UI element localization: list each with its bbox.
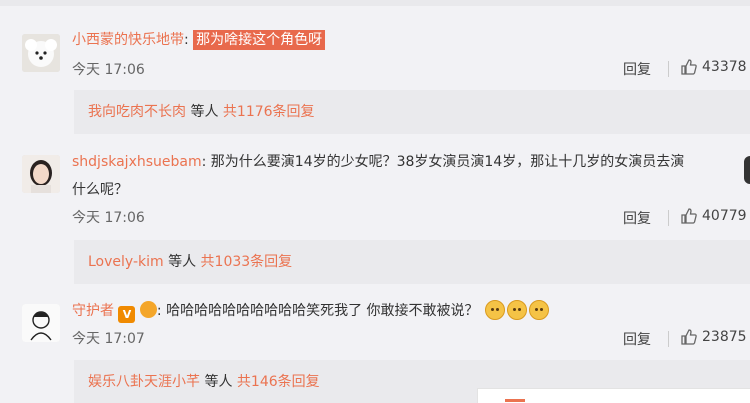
reply-button[interactable]: 回复	[623, 59, 651, 79]
like-button[interactable]: 40779	[680, 207, 747, 225]
side-floating-tab[interactable]	[744, 156, 750, 184]
sub-reply-user-link[interactable]: Lovely-kim	[88, 254, 164, 270]
avatar[interactable]	[22, 155, 60, 193]
comment-text: 小西蒙的快乐地带: 那为啥接这个角色呀	[72, 30, 326, 50]
view-replies-link[interactable]: 共1033条回复	[201, 254, 293, 270]
vip-badge-icon[interactable]: V	[118, 306, 136, 323]
thumbs-up-icon	[681, 59, 697, 75]
comment-time: 今天 17:06	[72, 210, 145, 226]
like-button[interactable]: 23875	[680, 328, 747, 346]
like-count: 40779	[702, 208, 747, 224]
sub-reply-user-link[interactable]: 我向吃肉不长肉	[88, 104, 186, 120]
popup-accent	[505, 399, 525, 402]
view-replies-link[interactable]: 共1176条回复	[223, 104, 315, 120]
username-link[interactable]: 小西蒙的快乐地带	[72, 32, 184, 48]
doge-emoji-icon	[528, 300, 549, 320]
sub-replies-box: 我向吃肉不长肉 等人 共1176条回复	[74, 90, 750, 134]
like-button[interactable]: 43378	[680, 58, 747, 76]
action-divider	[668, 61, 669, 77]
action-divider	[668, 331, 669, 347]
thumbs-up-icon	[681, 208, 697, 224]
comment-time: 今天 17:06	[72, 62, 145, 78]
sub-replies-box: Lovely-kim 等人 共1033条回复	[74, 240, 750, 284]
reply-button[interactable]: 回复	[623, 329, 651, 349]
top-divider	[0, 0, 750, 6]
selected-comment-text[interactable]: 那为啥接这个角色呀	[193, 30, 326, 50]
comment-text: 守护者 V : 哈哈哈哈哈哈哈哈哈哈笑死我了 你敢接不敢被说？	[72, 300, 549, 323]
username-link[interactable]: shdjskajxhsuebam	[72, 154, 202, 170]
action-divider	[668, 210, 669, 226]
avatar[interactable]	[22, 304, 60, 342]
fan-badge-icon[interactable]	[139, 301, 157, 318]
username-link[interactable]: 守护者	[72, 303, 114, 319]
reply-button[interactable]: 回复	[623, 208, 651, 228]
comment-time: 今天 17:07	[72, 331, 145, 347]
comment-text-continued: 什么呢？	[72, 182, 128, 198]
like-count: 23875	[702, 329, 747, 345]
comment-text: shdjskajxhsuebam: 那为什么要演14岁的少女呢？38岁女演员演1…	[72, 154, 685, 170]
view-replies-link[interactable]: 共146条回复	[237, 374, 320, 390]
thumbs-up-icon	[681, 329, 697, 345]
doge-emoji-icon	[484, 300, 505, 320]
sub-reply-user-link[interactable]: 娱乐八卦天涯小芊	[88, 374, 200, 390]
like-count: 43378	[702, 59, 747, 75]
avatar[interactable]	[22, 34, 60, 72]
doge-emoji-icon	[506, 300, 527, 320]
